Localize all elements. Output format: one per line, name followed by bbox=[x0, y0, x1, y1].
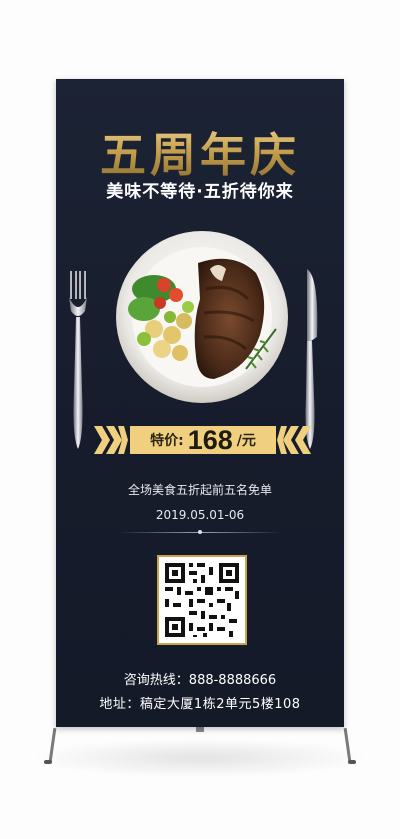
divider-dot bbox=[198, 530, 202, 534]
product-mockup-stage: 五周年庆 美味不等待·五折待你来 特价: 168 /元 全场美食五折起前五名免单… bbox=[0, 0, 400, 839]
promo-text: 全场美食五折起前五名免单 bbox=[127, 483, 272, 497]
rollup-banner: 五周年庆 美味不等待·五折待你来 特价: 168 /元 全场美食五折起前五名免单… bbox=[56, 79, 344, 727]
stand-foot-right bbox=[348, 760, 356, 764]
date-range: 2019.05.01-06 bbox=[155, 508, 245, 522]
plate-illustration bbox=[116, 231, 288, 403]
banner-title: 五周年庆 bbox=[56, 119, 344, 185]
fork-icon bbox=[69, 271, 87, 449]
chevron-left-icon bbox=[277, 426, 311, 454]
floor-shadow bbox=[30, 738, 370, 778]
knife-icon bbox=[305, 269, 318, 449]
price-label: 特价: bbox=[150, 433, 184, 449]
chevron-right-icon bbox=[94, 426, 128, 454]
hotline-text: 咨询热线：888-8888666 bbox=[123, 673, 277, 688]
stand-foot-left bbox=[44, 760, 52, 764]
qr-code bbox=[157, 555, 247, 645]
address-text: 地址：稿定大厦1栋2单元5楼108 bbox=[99, 697, 301, 712]
price-amount: 168 bbox=[187, 424, 233, 455]
price-unit: /元 bbox=[236, 433, 256, 449]
banner-subtitle: 美味不等待·五折待你来 bbox=[106, 182, 294, 202]
price-tag: 特价: 168 /元 bbox=[130, 424, 276, 455]
